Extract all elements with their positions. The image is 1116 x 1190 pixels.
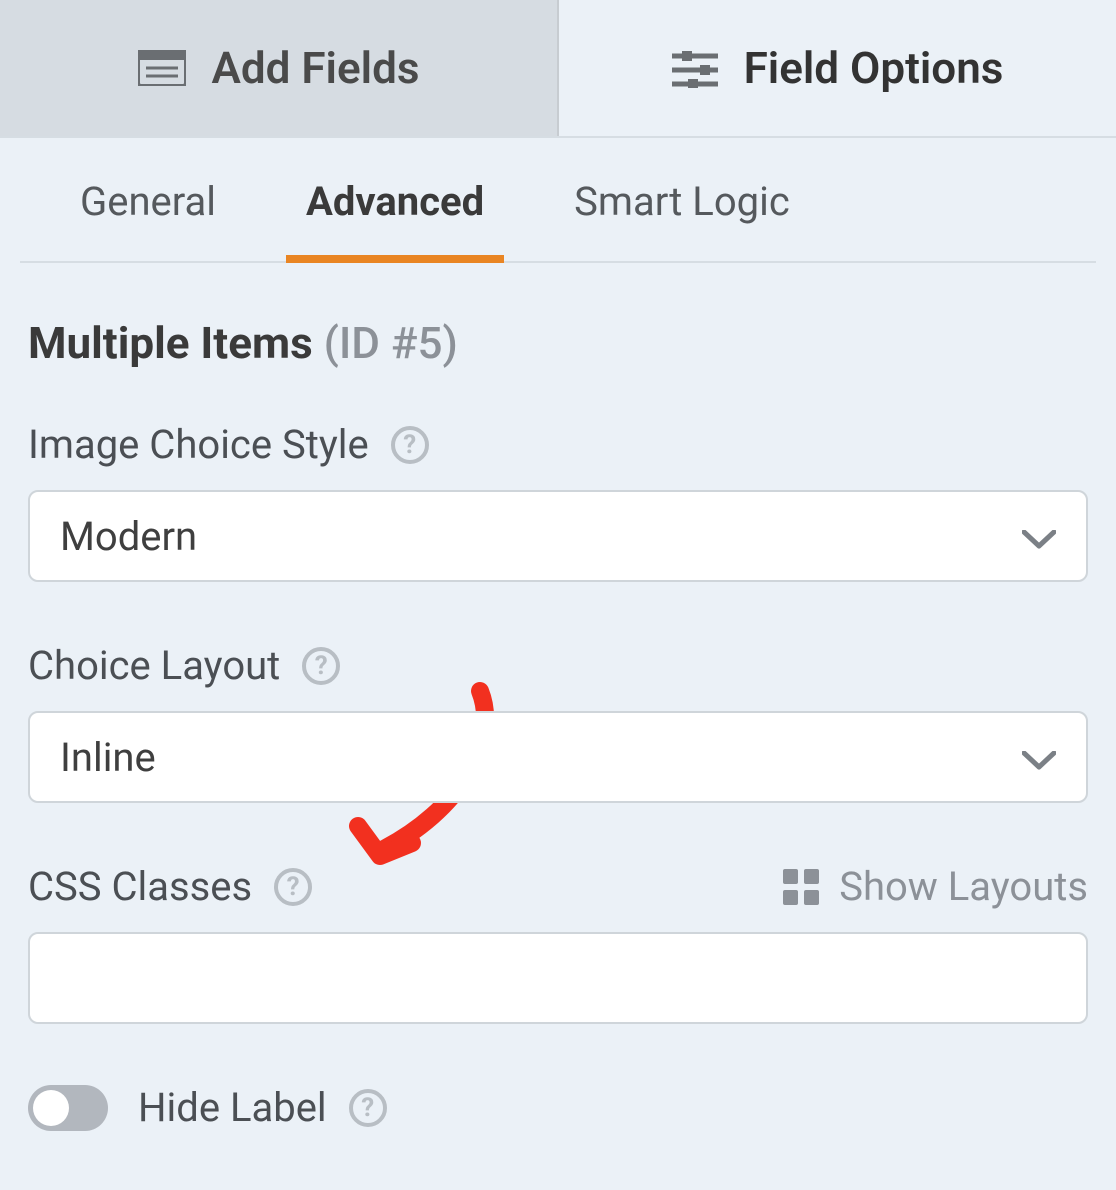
help-icon[interactable]: ?: [391, 426, 429, 464]
show-layouts-button[interactable]: Show Layouts: [783, 863, 1088, 910]
choice-layout-label: Choice Layout: [28, 642, 280, 689]
hide-label-row: Hide Label ?: [28, 1084, 1088, 1131]
help-icon[interactable]: ?: [274, 868, 312, 906]
chevron-down-icon: [1022, 734, 1056, 781]
toggle-knob: [33, 1090, 69, 1126]
sub-tabs: General Advanced Smart Logic: [20, 138, 1096, 263]
help-icon[interactable]: ?: [302, 647, 340, 685]
chevron-down-icon: [1022, 513, 1056, 560]
css-classes-block: CSS Classes ? Show Layouts: [28, 863, 1088, 1024]
subtab-general[interactable]: General: [60, 172, 236, 261]
list-icon: [138, 50, 186, 86]
tab-field-options-label: Field Options: [744, 42, 1004, 94]
show-layouts-label: Show Layouts: [839, 863, 1088, 910]
image-choice-style-label: Image Choice Style: [28, 421, 369, 468]
choice-layout-block: Choice Layout ? Inline: [28, 642, 1088, 803]
image-choice-style-block: Image Choice Style ? Modern: [28, 421, 1088, 582]
sliders-icon: [672, 48, 718, 88]
grid-icon: [783, 869, 819, 905]
subtab-smart-logic[interactable]: Smart Logic: [554, 172, 810, 261]
content-pane: Multiple Items (ID #5) Image Choice Styl…: [0, 263, 1116, 1131]
choice-layout-select[interactable]: Inline: [28, 711, 1088, 803]
image-choice-style-value: Modern: [60, 513, 197, 560]
section-title-text: Multiple Items: [28, 317, 313, 369]
tab-add-fields[interactable]: Add Fields: [0, 0, 559, 136]
subtab-advanced[interactable]: Advanced: [286, 172, 504, 263]
image-choice-style-select[interactable]: Modern: [28, 490, 1088, 582]
css-classes-input[interactable]: [28, 932, 1088, 1024]
tab-add-fields-label: Add Fields: [212, 42, 420, 94]
tab-field-options[interactable]: Field Options: [559, 0, 1116, 136]
section-id: (ID #5): [324, 317, 458, 369]
top-tabs: Add Fields Field Options: [0, 0, 1116, 138]
css-classes-label: CSS Classes: [28, 863, 252, 910]
choice-layout-value: Inline: [60, 734, 156, 781]
help-icon[interactable]: ?: [349, 1089, 387, 1127]
hide-label-text: Hide Label: [138, 1084, 327, 1131]
section-title: Multiple Items (ID #5): [28, 317, 1088, 369]
hide-label-toggle[interactable]: [28, 1085, 108, 1131]
